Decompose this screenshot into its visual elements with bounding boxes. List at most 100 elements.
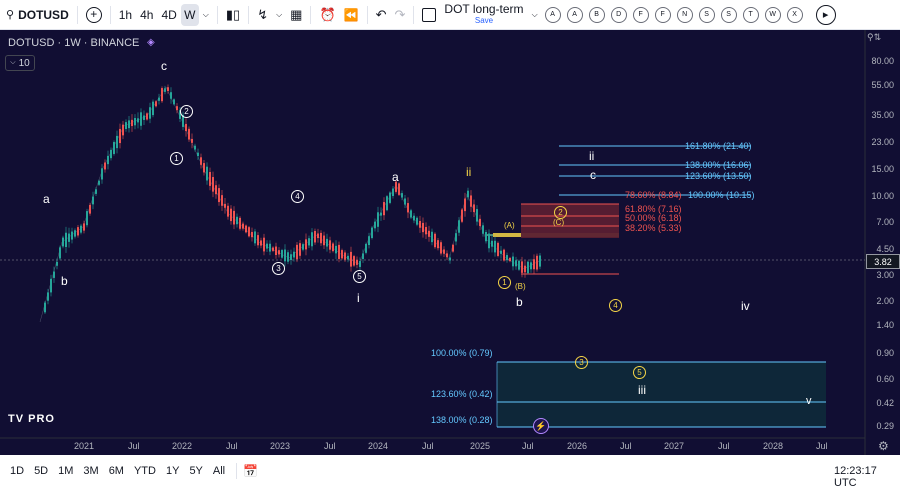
range-all[interactable]: All: [208, 465, 230, 477]
replay-button[interactable]: ⏪: [340, 4, 363, 26]
publish-icon: ▸: [815, 4, 836, 25]
range-5y[interactable]: 5Y: [184, 465, 207, 477]
candle-body: [185, 123, 187, 132]
timeframe-dropdown[interactable]: ⌵: [199, 4, 213, 26]
candle-body: [107, 155, 109, 165]
price-tick: 0.42: [876, 398, 894, 408]
compare-button[interactable]: +: [82, 4, 106, 26]
candle-body: [194, 145, 196, 150]
publish-button[interactable]: ▸: [812, 4, 840, 26]
range-1y[interactable]: 1Y: [161, 465, 184, 477]
redo-button[interactable]: ↷: [391, 4, 410, 26]
indicator-count: 10: [18, 57, 30, 69]
candle-body: [236, 216, 238, 225]
candle-body: [464, 198, 466, 212]
drawing-tool-button[interactable]: T: [742, 6, 759, 23]
drawing-tool-button[interactable]: F: [632, 6, 649, 23]
symbol-search[interactable]: ⚲ DOTUSD: [0, 4, 73, 26]
layouts-button[interactable]: ▦: [286, 4, 306, 26]
candle-body: [491, 240, 493, 247]
wave-label-a: a: [43, 192, 50, 206]
candle-body: [206, 166, 208, 181]
candle-body: [302, 244, 304, 250]
fib-label: 138.00% (16.06): [685, 160, 752, 170]
bracket-label-a: (A): [504, 221, 515, 230]
drawing-tool-button[interactable]: A: [566, 6, 583, 23]
candle-body: [230, 208, 232, 222]
wave-label-b: b: [516, 295, 523, 309]
candle-body: [260, 240, 262, 246]
logo-text: TV PRO: [8, 413, 55, 425]
candle-body: [200, 157, 202, 165]
range-6m[interactable]: 6M: [104, 465, 129, 477]
indicators-dropdown[interactable]: ⌵: [272, 4, 286, 26]
timeframe-4h[interactable]: 4h: [136, 4, 157, 26]
candle-body: [167, 87, 169, 92]
range-1m[interactable]: 1M: [53, 465, 78, 477]
alert-button[interactable]: ⏰: [315, 4, 339, 26]
candle-body: [539, 255, 541, 267]
divider: [413, 5, 415, 24]
chart-pane[interactable]: DOTUSD · 1W · BINANCE ◈ ⌵ 10 a b c i a i…: [0, 30, 900, 455]
indicator-badge-icon[interactable]: ◈: [147, 37, 159, 49]
candle-type-button[interactable]: ▮▯: [222, 4, 244, 26]
drawing-tool-button[interactable]: A: [544, 6, 561, 23]
chevron-down-icon: ⌵: [276, 9, 283, 19]
price-tick: 0.90: [876, 348, 894, 358]
grid-icon: ▦: [290, 6, 303, 22]
drawing-tool-button[interactable]: S: [698, 6, 715, 23]
candle-body: [419, 221, 421, 228]
layout-name[interactable]: DOT long-term Save: [440, 1, 527, 29]
candle-body: [353, 256, 355, 266]
timeframe-w[interactable]: W: [180, 3, 199, 26]
chevron-down-icon: ⌵: [202, 9, 209, 19]
candle-body: [455, 233, 457, 242]
wave-marker-5: 5: [633, 366, 646, 379]
layout-dropdown[interactable]: ⌵: [528, 4, 542, 26]
candle-body: [56, 261, 58, 266]
candle-body: [509, 257, 511, 262]
alarm-clock-icon: ⏰: [319, 6, 336, 22]
drawing-tool-button[interactable]: W: [764, 6, 781, 23]
drawing-tool-button[interactable]: B: [588, 6, 605, 23]
calendar-icon[interactable]: 📅: [243, 464, 258, 478]
candle-body: [125, 122, 127, 130]
timeframe-4d[interactable]: 4D: [157, 4, 180, 26]
layout-toggle[interactable]: [418, 4, 440, 26]
square-icon: [422, 7, 437, 22]
range-ytd[interactable]: YTD: [129, 465, 161, 477]
fib-label: 100.00% (10.15): [688, 190, 755, 200]
indicators-button[interactable]: ↯: [253, 4, 272, 26]
axis-settings-icon[interactable]: ⚙: [878, 439, 889, 453]
indicator-toggle[interactable]: ⌵ 10: [5, 55, 35, 71]
range-1d[interactable]: 1D: [0, 465, 29, 477]
candle-body: [221, 195, 223, 206]
price-scale-settings-icon[interactable]: ⚲⇅: [867, 32, 897, 50]
candle-body: [482, 225, 484, 234]
fib-label: 50.00% (6.18): [625, 213, 682, 223]
drawing-tool-button[interactable]: S: [720, 6, 737, 23]
fib-label: 123.60% (13.50): [685, 171, 752, 181]
event-marker-icon[interactable]: ⚡: [533, 418, 549, 434]
candle-body: [518, 260, 520, 270]
drawing-tool-button[interactable]: N: [676, 6, 693, 23]
drawing-tool-button[interactable]: D: [610, 6, 627, 23]
candle-body: [326, 238, 328, 247]
price-tick: 23.00: [871, 137, 894, 147]
range-3m[interactable]: 3M: [78, 465, 103, 477]
candle-body: [50, 278, 52, 293]
time-tick: Jul: [226, 441, 238, 451]
drawing-tool-button[interactable]: X: [786, 6, 803, 23]
candle-body: [80, 225, 82, 233]
candle-body: [275, 246, 277, 255]
timeframe-1h[interactable]: 1h: [115, 4, 136, 26]
range-5d[interactable]: 5D: [29, 465, 53, 477]
candle-body: [305, 239, 307, 250]
candle-body: [359, 261, 361, 267]
time-tick: Jul: [522, 441, 534, 451]
candle-body: [110, 149, 112, 159]
time-tick: 2021: [74, 441, 95, 451]
drawing-tool-button[interactable]: F: [654, 6, 671, 23]
candle-body: [281, 250, 283, 258]
undo-button[interactable]: ↶: [372, 4, 391, 26]
